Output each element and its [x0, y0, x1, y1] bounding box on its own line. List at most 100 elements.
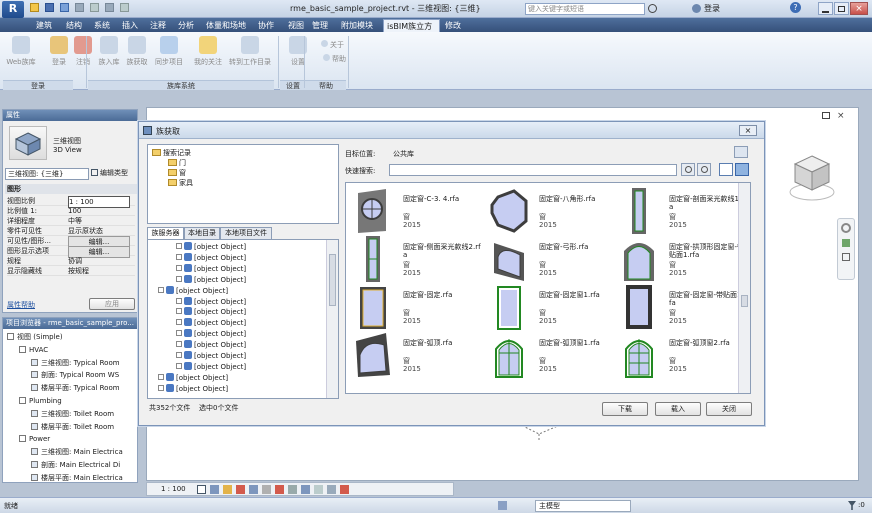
steering-wheel-icon[interactable] — [841, 223, 851, 233]
window-thumbnail-icon[interactable] — [488, 331, 530, 379]
property-value[interactable]: 协调 — [68, 256, 130, 266]
window-thumbnail-icon[interactable] — [618, 187, 660, 235]
ribbon-tab-7[interactable]: 体量和场地 — [203, 19, 253, 32]
category-tree-item[interactable]: [object Object] — [176, 252, 246, 263]
ribbon-tab-11[interactable]: 附加模块 — [338, 19, 381, 32]
property-value[interactable]: 显示原状态 — [68, 226, 130, 236]
user-icon[interactable] — [692, 4, 701, 13]
category-tree-item[interactable]: [object Object] — [176, 307, 246, 317]
ribbon-button-9[interactable]: 设置 — [283, 36, 313, 67]
results-scrollbar[interactable] — [738, 183, 750, 393]
category-tree-item[interactable]: [object Object] — [158, 383, 228, 394]
browser-tree-item[interactable]: 剖面: Typical Room WS — [31, 370, 119, 380]
thumbnail-view-toggle[interactable] — [735, 163, 749, 176]
expand-icon[interactable] — [176, 264, 182, 271]
property-row[interactable]: 详细程度 中等 — [7, 216, 135, 226]
close-button[interactable]: × — [850, 2, 868, 15]
category-tree-item[interactable]: [object Object] — [176, 361, 246, 372]
view-restore-icon[interactable] — [822, 112, 830, 119]
expand-icon[interactable] — [176, 308, 182, 315]
expand-icon[interactable] — [19, 397, 26, 404]
expand-icon[interactable] — [158, 384, 164, 391]
quick-search-input[interactable] — [389, 164, 677, 176]
property-row[interactable]: 比例值 1: 100 — [7, 206, 135, 216]
expand-icon[interactable] — [176, 319, 182, 326]
viewcube-icon[interactable] — [787, 148, 837, 204]
browser-tree-item[interactable]: 楼层平面: Typical Room — [31, 383, 120, 393]
property-row[interactable]: 显示隐藏线 按规程 — [7, 266, 135, 276]
expand-icon[interactable] — [176, 330, 182, 337]
active-model-select[interactable]: 主模型 — [535, 500, 631, 512]
category-tree-item[interactable]: [object Object] — [176, 263, 246, 274]
family-tile[interactable]: 固定窗-固定窗-带贴面1.rfa 窗 2015 — [616, 283, 750, 333]
pan-icon[interactable] — [842, 239, 850, 247]
family-tile[interactable]: 固定窗-侧面采光款线2.rfa 窗 2015 — [350, 235, 485, 285]
sign-in-link[interactable]: 登录 — [704, 3, 720, 14]
list-view-toggle[interactable] — [719, 163, 733, 176]
property-row[interactable]: 规程 协调 — [7, 256, 135, 266]
source-tab-1[interactable]: 族服务器 — [147, 227, 184, 239]
download-button[interactable]: 下载 — [602, 402, 648, 416]
window-thumbnail-icon[interactable] — [618, 283, 660, 331]
category-tree-item[interactable]: [object Object] — [176, 274, 246, 285]
property-row[interactable]: 可见性/图形... 编辑... — [7, 236, 135, 248]
ribbon-tab-13[interactable]: 修改 — [442, 19, 470, 32]
expand-icon[interactable] — [158, 286, 164, 293]
search-history-item[interactable]: 搜索记录 — [152, 148, 191, 158]
browser-tree-item[interactable]: Power — [19, 434, 50, 444]
category-tree-item[interactable]: [object Object] — [176, 351, 246, 361]
browser-tree-item[interactable]: 剖面: Main Electrical Di — [31, 460, 120, 470]
window-thumbnail-icon[interactable] — [488, 283, 530, 331]
ribbon-button-10[interactable]: 关于 — [321, 40, 351, 50]
property-row[interactable]: 视图比例 1 : 100 — [7, 196, 135, 208]
view-control-icons[interactable] — [197, 485, 349, 494]
family-tile[interactable]: 固定窗-弧顶窗2.rfa 窗 2015 — [616, 331, 750, 381]
browser-tree-item[interactable]: 楼层平面: Main Electrica — [31, 473, 123, 483]
family-tile[interactable]: 固定窗-八角形.rfa 窗 2015 — [486, 187, 621, 237]
expand-icon[interactable] — [176, 253, 182, 260]
ribbon-button-8[interactable]: 转到工作目录 — [228, 36, 272, 67]
view-type-selector[interactable]: 三维视图: {三维} — [5, 168, 89, 180]
expand-icon[interactable] — [7, 333, 14, 340]
family-tile[interactable]: 固定窗-剖面采光款线1.rfa 窗 2015 — [616, 187, 750, 237]
ribbon-tab-9[interactable]: 视图 — [285, 19, 307, 32]
search-history-item[interactable]: 窗 — [168, 168, 186, 178]
minimize-button[interactable] — [818, 2, 833, 15]
search-history-item[interactable]: 门 — [168, 158, 186, 168]
family-tile[interactable]: 固定窗-固定.rfa 窗 2015 — [350, 283, 485, 333]
family-tile[interactable]: 固定窗-弓形.rfa 窗 2015 — [486, 235, 621, 285]
window-thumbnail-icon[interactable] — [488, 187, 530, 235]
family-tile[interactable]: 固定窗-弧顶.rfa 窗 2015 — [350, 331, 485, 381]
tree-scrollbar[interactable] — [326, 240, 338, 398]
view-close-icon[interactable]: × — [837, 111, 845, 121]
advanced-search-icon[interactable] — [697, 163, 711, 176]
dialog-close-button[interactable]: × — [739, 125, 757, 136]
source-tab-2[interactable]: 本地目录 — [184, 227, 220, 239]
category-tree-item[interactable]: [object Object] — [176, 318, 246, 328]
ribbon-tab-6[interactable]: 分析 — [175, 19, 201, 32]
properties-help-link[interactable]: 属性帮助 — [7, 300, 35, 310]
ribbon-tab-3[interactable]: 系统 — [91, 19, 117, 32]
filter-icon[interactable] — [848, 501, 856, 510]
search-icon[interactable] — [648, 4, 657, 13]
help-icon[interactable]: ? — [790, 2, 801, 13]
family-tile[interactable]: 固定窗-C-3. 4.rfa 窗 2015 — [350, 187, 485, 237]
close-dialog-button[interactable]: 关闭 — [706, 402, 752, 416]
ribbon-tab-10[interactable]: 管理 — [309, 19, 336, 32]
browser-tree-item[interactable]: HVAC — [19, 345, 48, 355]
window-thumbnail-icon[interactable] — [352, 235, 394, 283]
property-row[interactable]: 图形显示选项 编辑... — [7, 246, 135, 258]
window-thumbnail-icon[interactable] — [618, 235, 660, 283]
expand-icon[interactable] — [176, 341, 182, 348]
expand-icon[interactable] — [176, 243, 182, 249]
window-thumbnail-icon[interactable] — [618, 331, 660, 379]
browser-tree-item[interactable]: 三维视图: Typical Room — [31, 358, 120, 368]
view-scale[interactable]: 1 : 100 — [161, 485, 186, 493]
property-value[interactable]: 中等 — [68, 216, 130, 226]
category-tree-item[interactable]: [object Object] — [176, 329, 246, 339]
category-tree-item[interactable]: [object Object] — [158, 285, 228, 296]
ribbon-tab-8[interactable]: 协作 — [255, 19, 283, 32]
expand-icon[interactable] — [19, 435, 26, 443]
search-history-item[interactable]: 家具 — [168, 178, 193, 188]
family-tile[interactable]: 固定窗-拱顶形固定窗-带贴面1.rfa 窗 2015 — [616, 235, 750, 285]
